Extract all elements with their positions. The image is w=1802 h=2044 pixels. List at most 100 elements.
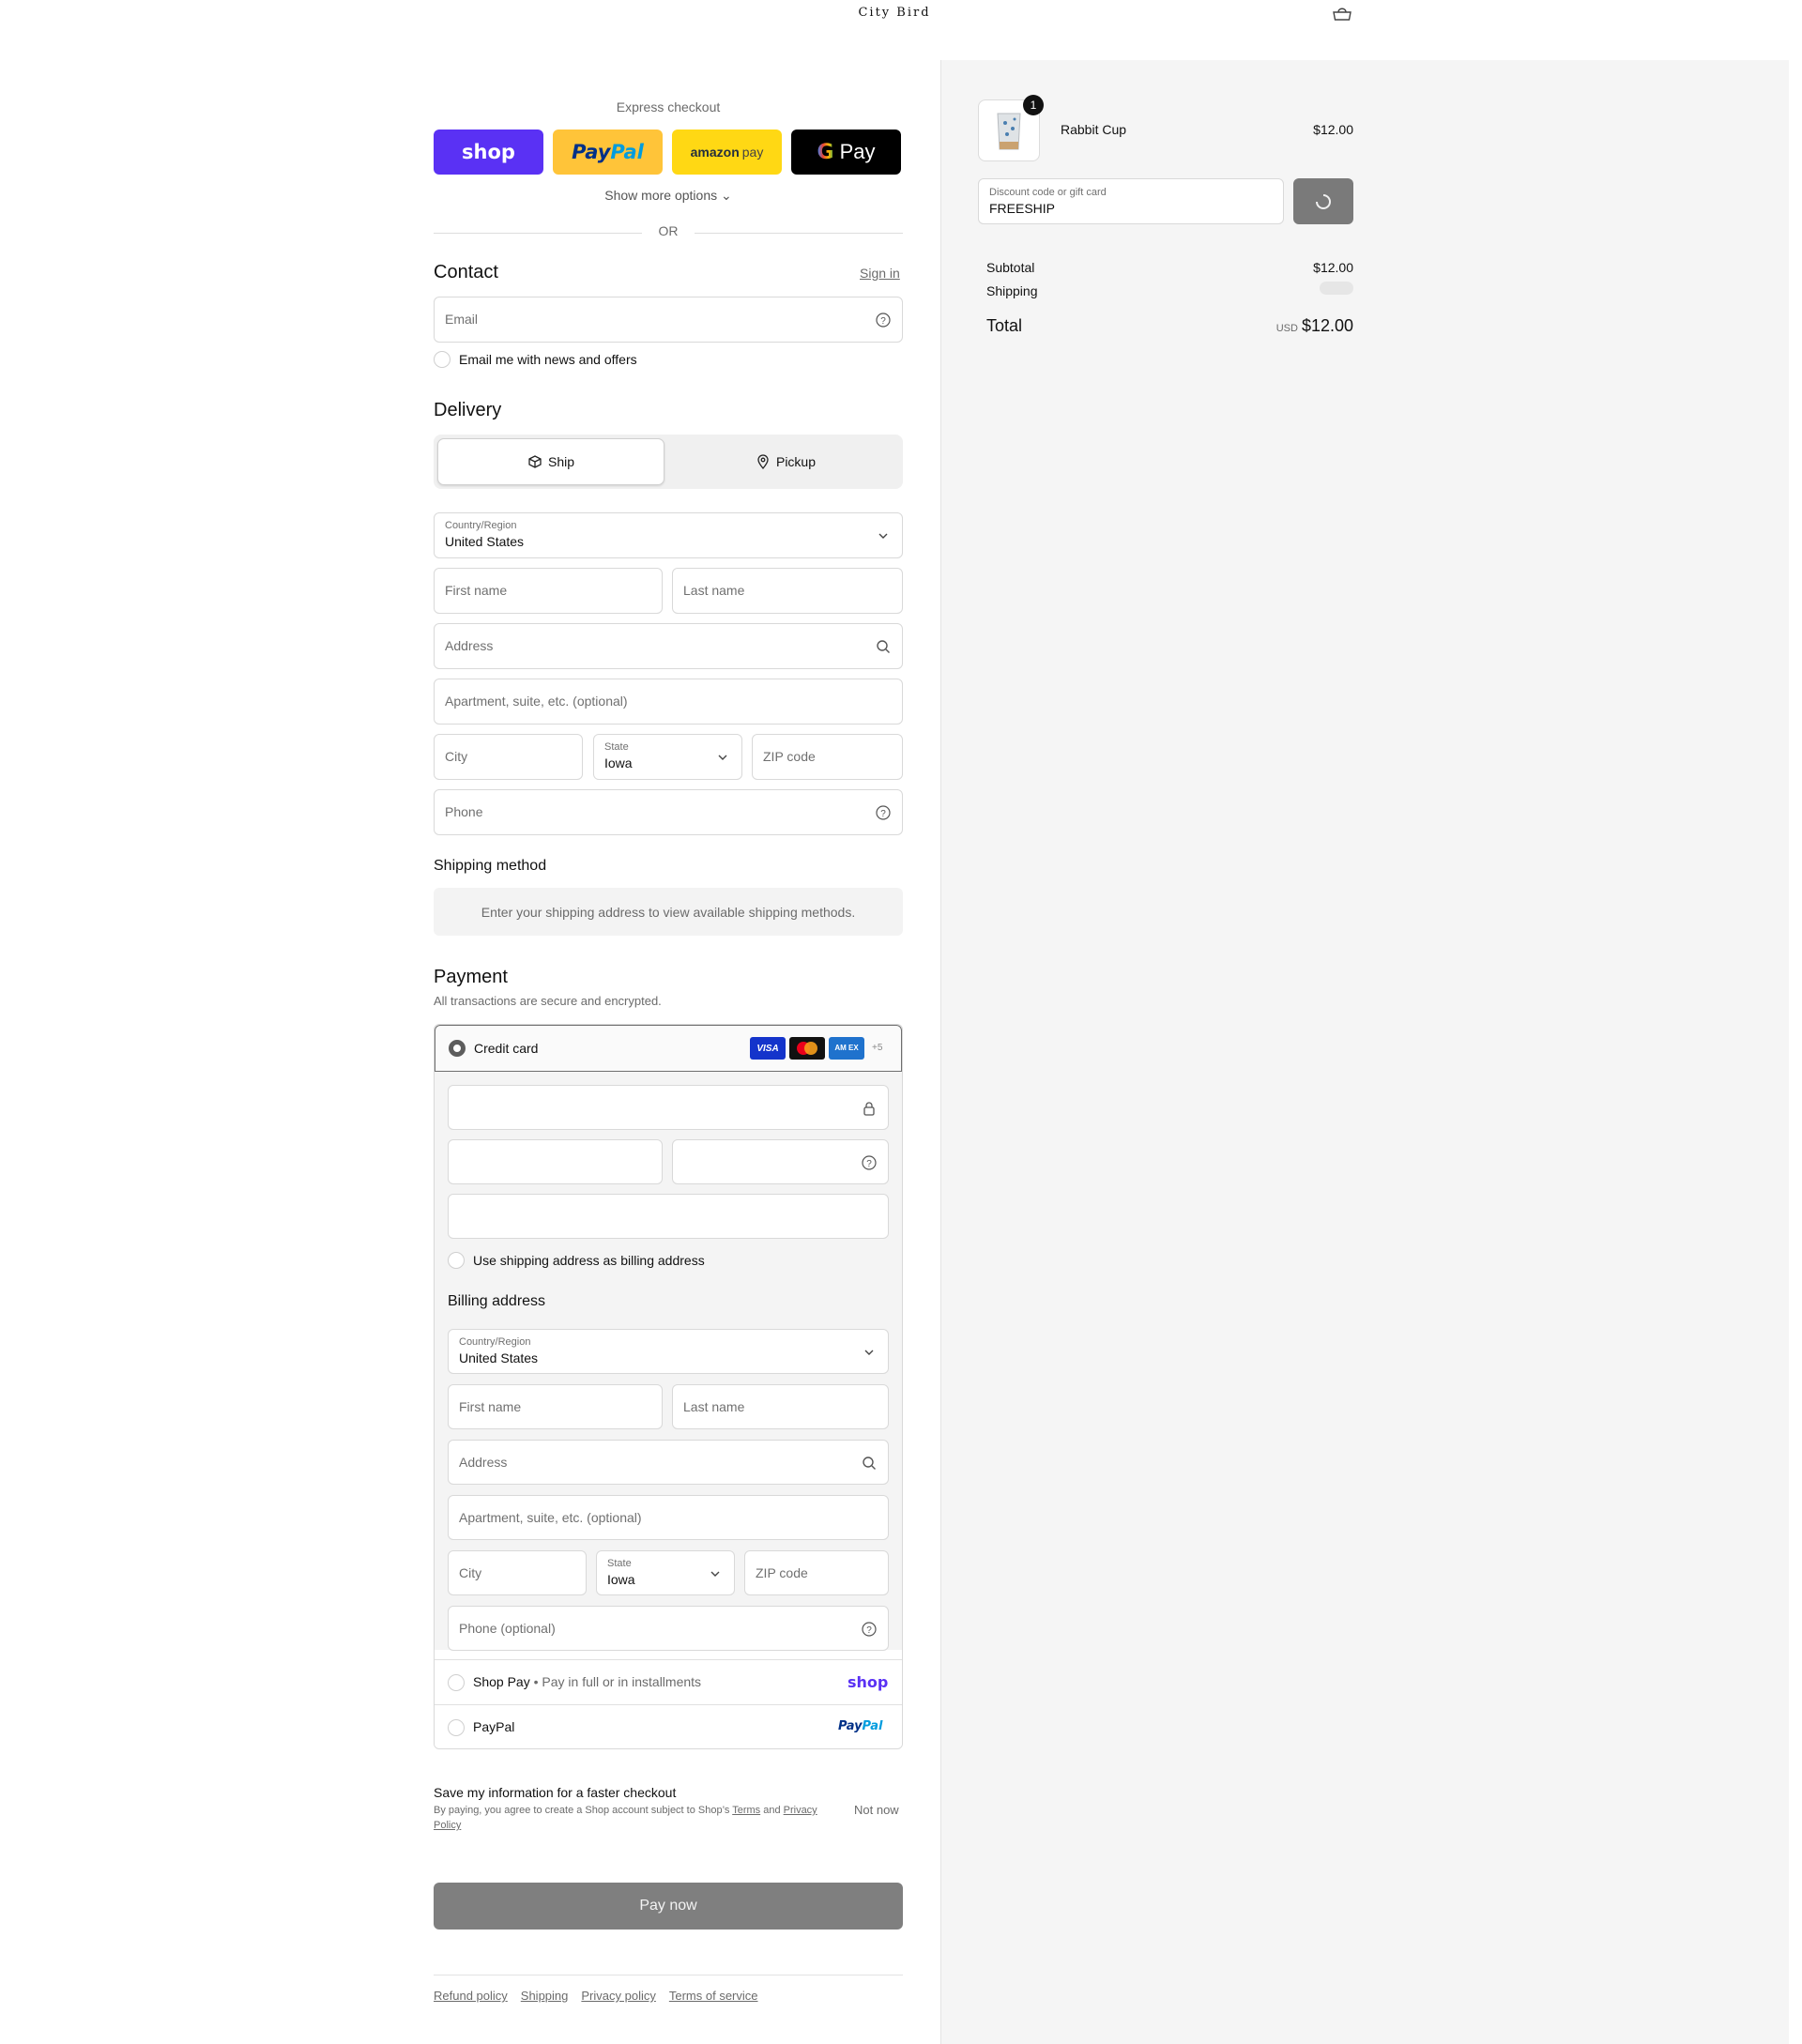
last-name-placeholder: Last name (683, 583, 745, 598)
billing-address-field[interactable]: Address (448, 1440, 889, 1485)
apartment-placeholder: Apartment, suite, etc. (optional) (445, 694, 628, 709)
billing-zip-field[interactable]: ZIP code (744, 1550, 889, 1595)
credit-card-label: Credit card (474, 1041, 539, 1056)
billing-first-name-field[interactable]: First name (448, 1384, 663, 1429)
paypal-option[interactable]: PayPal PayPal (435, 1704, 902, 1748)
card-number-field[interactable] (448, 1085, 889, 1130)
help-icon[interactable]: ? (876, 313, 891, 328)
sign-in-link[interactable]: Sign in (860, 266, 900, 281)
terms-of-service-link[interactable]: Terms of service (669, 1989, 758, 2003)
delivery-method-toggle: Ship Pickup (434, 435, 903, 489)
news-checkbox-row[interactable]: Email me with news and offers (434, 351, 637, 368)
country-value: United States (445, 534, 525, 549)
email-field[interactable]: Email ? (434, 297, 903, 343)
security-code-field[interactable]: ? (672, 1139, 889, 1184)
zip-placeholder: ZIP code (763, 749, 816, 764)
discount-field[interactable]: Discount code or gift card FREESHIP (978, 178, 1284, 224)
not-now-button[interactable]: Not now (854, 1803, 899, 1817)
apartment-field[interactable]: Apartment, suite, etc. (optional) (434, 679, 903, 725)
billing-country-value: United States (459, 1350, 539, 1365)
svg-text:?: ? (880, 809, 886, 819)
order-summary-panel (940, 60, 1789, 2044)
shipping-method-note: Enter your shipping address to view avai… (434, 888, 903, 936)
zip-field[interactable]: ZIP code (752, 734, 903, 780)
state-select[interactable]: State Iowa (593, 734, 742, 780)
pickup-option[interactable]: Pickup (672, 438, 899, 485)
brand-logo[interactable]: City Bird (833, 6, 955, 20)
paypal-radio[interactable] (448, 1719, 465, 1736)
paypal-logo-pay: Pay (572, 141, 611, 163)
payment-subtitle: All transactions are secure and encrypte… (434, 994, 662, 1008)
pay-now-button[interactable]: Pay now (434, 1883, 903, 1930)
billing-city-field[interactable]: City (448, 1550, 587, 1595)
name-on-card-field[interactable] (448, 1194, 889, 1239)
help-icon[interactable]: ? (876, 805, 891, 820)
first-name-field[interactable]: First name (434, 568, 663, 614)
billing-apartment-field[interactable]: Apartment, suite, etc. (optional) (448, 1495, 889, 1540)
address-field[interactable]: Address (434, 623, 903, 669)
terms-link[interactable]: Terms (732, 1805, 760, 1816)
google-pay-button[interactable]: G Pay (791, 130, 901, 175)
billing-state-select[interactable]: State Iowa (596, 1550, 735, 1595)
news-checkbox[interactable] (434, 351, 450, 368)
last-name-field[interactable]: Last name (672, 568, 903, 614)
billing-address-heading: Billing address (448, 1293, 546, 1309)
billing-last-name-placeholder: Last name (683, 1399, 745, 1414)
credit-card-option[interactable]: Credit card VISA AM EX +5 (435, 1025, 902, 1072)
location-pin-icon (757, 454, 769, 469)
item-name: Rabbit Cup (1061, 122, 1127, 137)
visa-icon: VISA (750, 1037, 786, 1060)
credit-card-radio[interactable] (449, 1040, 466, 1057)
discount-label: Discount code or gift card (989, 187, 1107, 198)
shop-logo: shop (462, 141, 515, 163)
save-info-terms: By paying, you agree to create a Shop ac… (434, 1803, 828, 1833)
show-more-options[interactable]: Show more options ⌄ (434, 188, 903, 204)
address-placeholder: Address (445, 638, 494, 653)
amazon-pay-button[interactable]: amazon pay (672, 130, 782, 175)
billing-apartment-placeholder: Apartment, suite, etc. (optional) (459, 1510, 642, 1525)
ship-label: Ship (547, 454, 575, 469)
expiry-field[interactable] (448, 1139, 663, 1184)
billing-last-name-field[interactable]: Last name (672, 1384, 889, 1429)
privacy-policy-footer-link[interactable]: Privacy policy (581, 1989, 655, 2003)
amazon-pay-text: pay (741, 145, 764, 160)
svg-text:?: ? (866, 1159, 872, 1169)
shop-pay-button[interactable]: shop (434, 130, 543, 175)
amazon-logo: amazon (690, 145, 740, 160)
billing-state-value: Iowa (607, 1572, 635, 1587)
country-select[interactable]: Country/Region United States (434, 512, 903, 558)
total-label: Total (986, 316, 1023, 335)
contact-heading: Contact (434, 262, 498, 282)
delivery-heading: Delivery (434, 400, 502, 420)
ship-option[interactable]: Ship (437, 438, 664, 485)
help-icon[interactable]: ? (862, 1622, 877, 1637)
billing-country-select[interactable]: Country/Region United States (448, 1329, 889, 1374)
phone-field[interactable]: Phone ? (434, 789, 903, 835)
apply-discount-button[interactable] (1293, 178, 1353, 224)
or-divider: OR (434, 223, 903, 242)
svg-text:?: ? (866, 1625, 872, 1636)
billing-state-label: State (607, 1558, 632, 1569)
payment-options: Credit card VISA AM EX +5 ? Use shipping… (434, 1024, 903, 1749)
use-shipping-row[interactable]: Use shipping address as billing address (448, 1252, 705, 1269)
box-icon (528, 455, 542, 468)
city-field[interactable]: City (434, 734, 583, 780)
shipping-link[interactable]: Shipping (521, 1989, 569, 2003)
use-shipping-label: Use shipping address as billing address (473, 1253, 705, 1268)
billing-phone-field[interactable]: Phone (optional) ? (448, 1606, 889, 1651)
show-more-label: Show more options (604, 188, 718, 203)
billing-zip-placeholder: ZIP code (756, 1565, 808, 1580)
bag-icon[interactable] (1331, 6, 1353, 23)
lock-icon (863, 1102, 875, 1116)
help-icon[interactable]: ? (862, 1155, 877, 1170)
search-icon (863, 1457, 876, 1470)
billing-address-placeholder: Address (459, 1455, 508, 1470)
use-shipping-checkbox[interactable] (448, 1252, 465, 1269)
shop-pay-option[interactable]: Shop Pay • Pay in full or in installment… (435, 1659, 902, 1704)
shipping-method-heading: Shipping method (434, 858, 547, 874)
currency-code: USD (1275, 323, 1298, 334)
shop-pay-radio[interactable] (448, 1674, 465, 1691)
paypal-button[interactable]: Pay Pal (553, 130, 663, 175)
refund-policy-link[interactable]: Refund policy (434, 1989, 508, 2003)
state-value: Iowa (604, 755, 633, 770)
